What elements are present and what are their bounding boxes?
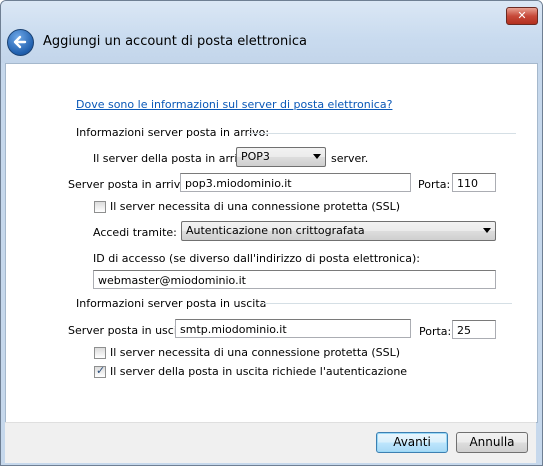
outgoing-divider bbox=[263, 303, 512, 304]
outgoing-auth-checkbox[interactable]: ✓ bbox=[94, 364, 106, 378]
outgoing-ssl-checkbox[interactable] bbox=[94, 347, 106, 359]
checkmark-icon: ✓ bbox=[96, 364, 106, 377]
button-bar: Avanti Annulla bbox=[5, 422, 536, 463]
incoming-ssl-checkbox[interactable] bbox=[94, 201, 106, 213]
outgoing-port-field[interactable]: 25 bbox=[452, 320, 496, 339]
incoming-port-label: Porta: bbox=[418, 178, 451, 191]
incoming-server-value: pop3.miodominio.it bbox=[185, 177, 292, 190]
login-id-field[interactable]: webmaster@miodominio.it bbox=[93, 270, 496, 289]
incoming-section-title: Informazioni server posta in arrivo: bbox=[76, 126, 270, 139]
incoming-type-suffix: server. bbox=[331, 152, 369, 165]
outgoing-port-label: Porta: bbox=[419, 325, 452, 338]
outgoing-auth-label: Il server della posta in uscita richiede… bbox=[110, 365, 408, 378]
help-link[interactable]: Dove sono le informazioni sul server di … bbox=[76, 98, 392, 111]
next-button[interactable]: Avanti bbox=[376, 432, 448, 453]
login-via-value: Autenticazione non crittografata bbox=[186, 224, 365, 237]
login-id-value: webmaster@miodominio.it bbox=[98, 274, 246, 287]
incoming-server-label: Server posta in arrivo: bbox=[68, 178, 191, 191]
chevron-down-icon bbox=[313, 154, 321, 159]
outgoing-port-value: 25 bbox=[457, 324, 471, 337]
login-via-label: Accedi tramite: bbox=[93, 226, 177, 239]
title-bar: ✕ Aggiungi un account di posta elettroni… bbox=[1, 1, 542, 63]
chevron-down-icon bbox=[483, 228, 491, 233]
incoming-server-type-select[interactable]: POP3 bbox=[236, 147, 326, 167]
login-via-select[interactable]: Autenticazione non crittografata bbox=[181, 221, 496, 241]
incoming-ssl-label: Il server necessita di una connessione p… bbox=[110, 200, 401, 213]
incoming-server-field[interactable]: pop3.miodominio.it bbox=[180, 173, 411, 192]
outgoing-ssl-label: Il server necessita di una connessione p… bbox=[110, 346, 401, 359]
content-panel: Dove sono le informazioni sul server di … bbox=[5, 63, 538, 423]
close-icon: ✕ bbox=[517, 9, 527, 22]
outgoing-server-value: smtp.miodominio.it bbox=[180, 323, 287, 336]
incoming-port-value: 110 bbox=[457, 177, 478, 190]
close-button[interactable]: ✕ bbox=[506, 7, 538, 25]
dialog-window: ✕ Aggiungi un account di posta elettroni… bbox=[0, 0, 543, 466]
incoming-server-type-value: POP3 bbox=[241, 150, 270, 163]
incoming-divider bbox=[248, 133, 516, 134]
outgoing-server-label: Server posta in uscita: bbox=[68, 324, 192, 337]
outgoing-section-title: Informazioni server posta in uscita bbox=[76, 297, 267, 310]
back-button[interactable] bbox=[7, 29, 34, 56]
incoming-port-field[interactable]: 110 bbox=[452, 173, 496, 192]
outgoing-server-field[interactable]: smtp.miodominio.it bbox=[175, 319, 411, 338]
back-arrow-icon bbox=[13, 35, 27, 49]
cancel-button[interactable]: Annulla bbox=[456, 432, 528, 453]
login-id-label: ID di accesso (se diverso dall'indirizzo… bbox=[93, 252, 420, 265]
window-title: Aggiungi un account di posta elettronica bbox=[43, 34, 307, 49]
